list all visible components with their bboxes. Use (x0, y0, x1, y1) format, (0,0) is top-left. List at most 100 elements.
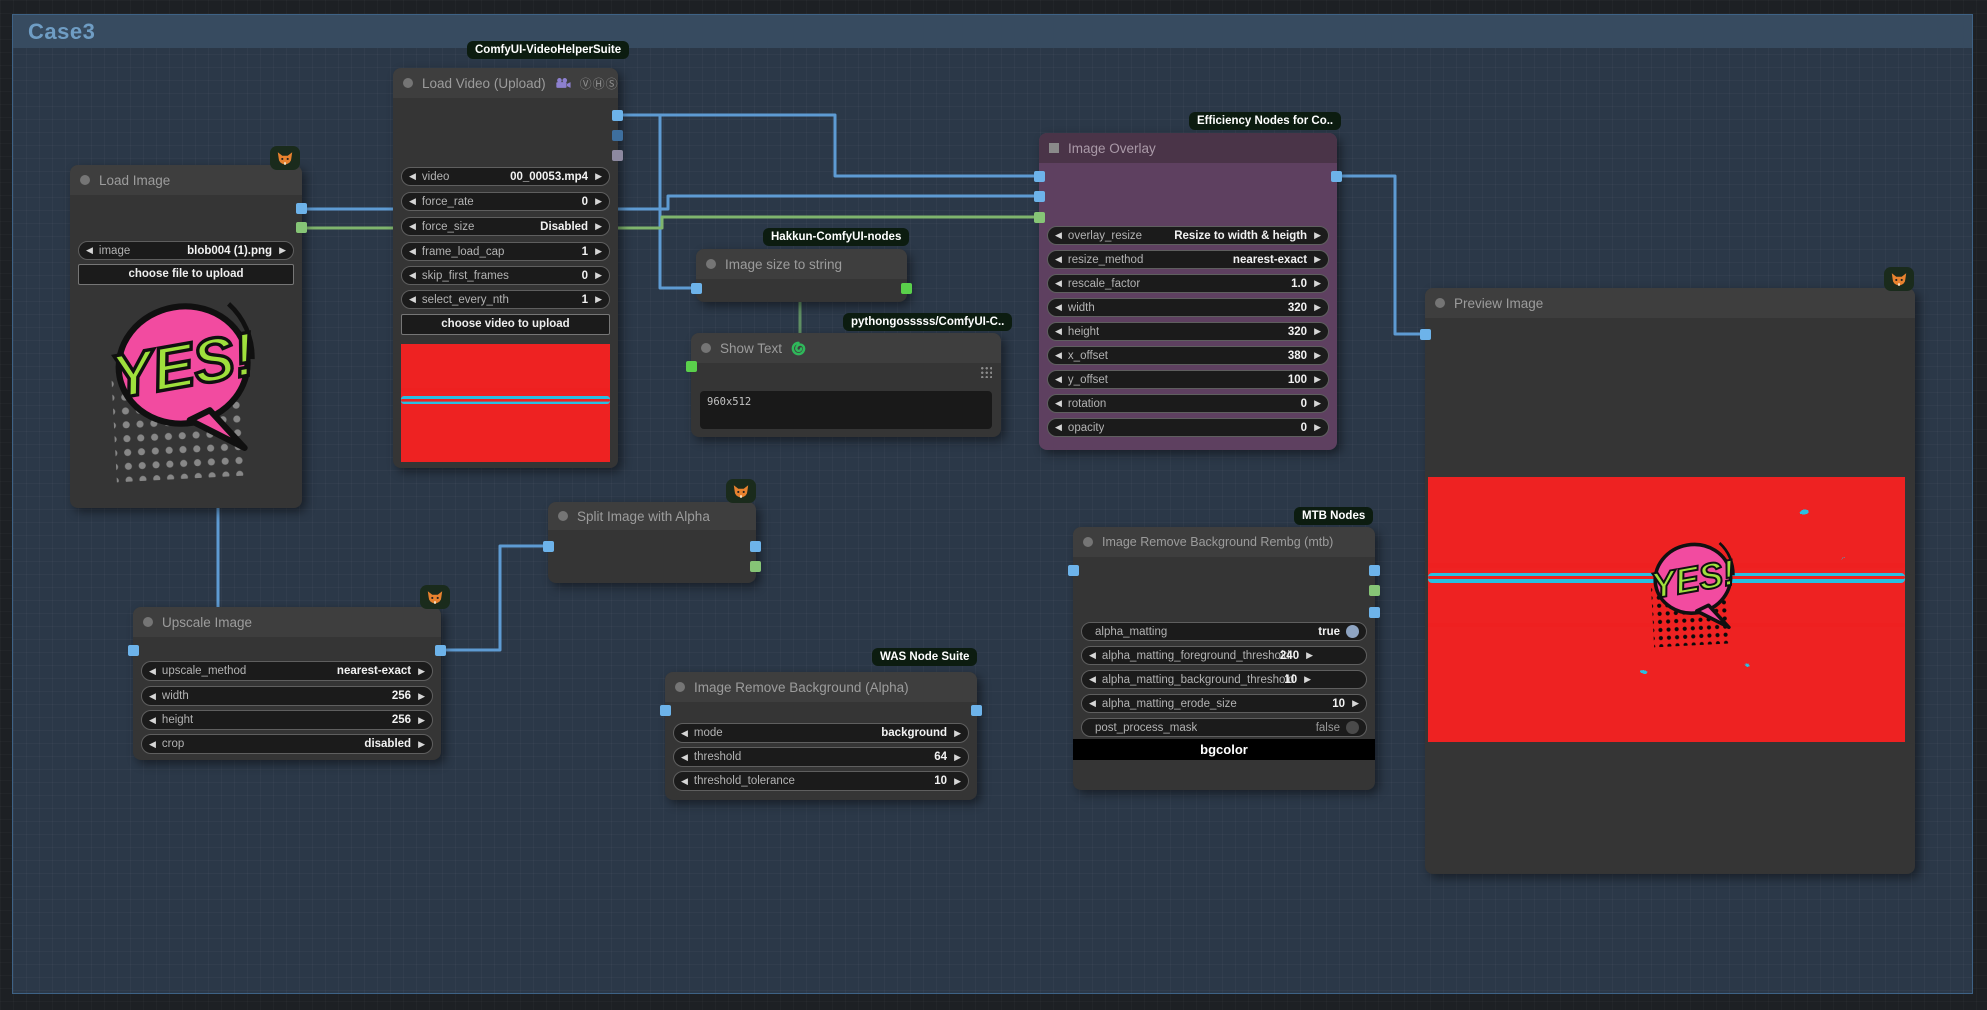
node-show-text[interactable]: Show Text 960x512 (691, 333, 1001, 437)
port-image-input[interactable] (1068, 565, 1079, 576)
node-load-video-header[interactable]: Load Video (Upload) ⓋⒽⓈ (393, 68, 618, 98)
increment-arrow-icon[interactable] (1352, 695, 1359, 712)
increment-arrow-icon[interactable] (1314, 395, 1321, 412)
decrement-arrow-icon[interactable] (86, 242, 93, 259)
collapse-dot-icon[interactable] (701, 343, 711, 353)
increment-arrow-icon[interactable] (1314, 299, 1321, 316)
increment-arrow-icon[interactable] (1314, 371, 1321, 388)
node-image-remove-background-alpha[interactable]: Image Remove Background (Alpha) mode bac… (665, 672, 977, 800)
port-image-output[interactable] (296, 203, 307, 214)
toggle-on-icon[interactable] (1346, 625, 1359, 638)
decrement-arrow-icon[interactable] (149, 712, 156, 729)
decrement-arrow-icon[interactable] (1055, 251, 1062, 268)
collapse-dot-icon[interactable] (1435, 298, 1445, 308)
collapse-dot-icon[interactable] (80, 175, 90, 185)
port-text-input[interactable] (686, 361, 697, 372)
node-upscale-image[interactable]: Upscale Image upscale_method nearest-exa… (133, 607, 441, 760)
increment-arrow-icon[interactable] (1304, 671, 1311, 688)
widget-height[interactable]: height 256 (141, 710, 433, 730)
port-image-input[interactable] (691, 283, 702, 294)
decrement-arrow-icon[interactable] (1055, 395, 1062, 412)
collapse-dot-icon[interactable] (675, 682, 685, 692)
choose-file-button[interactable]: choose file to upload (78, 264, 294, 285)
increment-arrow-icon[interactable] (418, 688, 425, 705)
port-image-output[interactable] (971, 705, 982, 716)
collapse-dot-icon[interactable] (403, 78, 413, 88)
port-audio-output[interactable] (612, 150, 623, 161)
decrement-arrow-icon[interactable] (409, 243, 416, 260)
choose-video-button[interactable]: choose video to upload (401, 314, 610, 335)
increment-arrow-icon[interactable] (1314, 275, 1321, 292)
toggle-off-icon[interactable] (1346, 721, 1359, 734)
increment-arrow-icon[interactable] (595, 168, 602, 185)
port-image-output[interactable] (750, 541, 761, 552)
widget-frame-load-cap[interactable]: frame_load_cap 1 (401, 242, 610, 261)
collapse-dot-icon[interactable] (706, 259, 716, 269)
node-split-header[interactable]: Split Image with Alpha (548, 502, 756, 530)
node-load-video[interactable]: Load Video (Upload) ⓋⒽⓈ video 00_00053.m… (393, 68, 618, 468)
node-load-image-header[interactable]: Load Image (70, 165, 302, 195)
increment-arrow-icon[interactable] (1314, 323, 1321, 340)
port-image-input[interactable] (128, 645, 139, 656)
node-was-header[interactable]: Image Remove Background (Alpha) (665, 672, 977, 702)
increment-arrow-icon[interactable] (279, 242, 286, 259)
decrement-arrow-icon[interactable] (149, 663, 156, 680)
increment-arrow-icon[interactable] (418, 736, 425, 753)
increment-arrow-icon[interactable] (1306, 647, 1313, 664)
node-upscale-header[interactable]: Upscale Image (133, 607, 441, 637)
widget-skip-first-frames[interactable]: skip_first_frames 0 (401, 266, 610, 285)
port-image-output[interactable] (1331, 171, 1342, 182)
decrement-arrow-icon[interactable] (409, 267, 416, 284)
widget-upscale-method[interactable]: upscale_method nearest-exact (141, 661, 433, 681)
increment-arrow-icon[interactable] (1314, 227, 1321, 244)
widget-alpha-matting-foreground-threshold[interactable]: alpha_matting_foreground_threshold 240 (1081, 646, 1367, 665)
widget-height[interactable]: height 320 (1047, 322, 1329, 341)
node-split-image-alpha[interactable]: Split Image with Alpha (548, 502, 756, 583)
decrement-arrow-icon[interactable] (1089, 695, 1096, 712)
port-image-output[interactable] (435, 645, 446, 656)
increment-arrow-icon[interactable] (595, 218, 602, 235)
decrement-arrow-icon[interactable] (1055, 299, 1062, 316)
node-image-overlay[interactable]: Image Overlay overlay_resize Resize to w… (1039, 133, 1337, 450)
decrement-arrow-icon[interactable] (1055, 227, 1062, 244)
collapse-dot-icon[interactable] (143, 617, 153, 627)
increment-arrow-icon[interactable] (595, 267, 602, 284)
widget-alpha-matting-background-threshold[interactable]: alpha_matting_background_threshold 10 (1081, 670, 1367, 689)
comfyui-canvas[interactable]: { "group": { "title": "Case3" }, "sticke… (0, 0, 1987, 1010)
port-image-output[interactable] (612, 110, 623, 121)
widget-width[interactable]: width 320 (1047, 298, 1329, 317)
decrement-arrow-icon[interactable] (1089, 647, 1096, 664)
node-preview-image[interactable]: Preview Image (1425, 288, 1915, 874)
widget-video[interactable]: video 00_00053.mp4 (401, 167, 610, 186)
widget-rotation[interactable]: rotation 0 (1047, 394, 1329, 413)
node-show-text-header[interactable]: Show Text (691, 333, 1001, 363)
widget-alpha-matting[interactable]: alpha_matting true (1081, 622, 1367, 641)
increment-arrow-icon[interactable] (1314, 251, 1321, 268)
collapse-dot-icon[interactable] (558, 511, 568, 521)
widget-mode[interactable]: mode background (673, 723, 969, 743)
decrement-arrow-icon[interactable] (409, 291, 416, 308)
widget-x-offset[interactable]: x_offset 380 (1047, 346, 1329, 365)
port-mask-output[interactable] (296, 222, 307, 233)
increment-arrow-icon[interactable] (1314, 419, 1321, 436)
increment-arrow-icon[interactable] (954, 725, 961, 742)
widget-opacity[interactable]: opacity 0 (1047, 418, 1329, 437)
port-mask-output[interactable] (1369, 585, 1380, 596)
port-optional-mask-input[interactable] (1034, 212, 1045, 223)
decrement-arrow-icon[interactable] (681, 773, 688, 790)
widget-alpha-matting-erode-size[interactable]: alpha_matting_erode_size 10 (1081, 694, 1367, 713)
increment-arrow-icon[interactable] (595, 243, 602, 260)
decrement-arrow-icon[interactable] (1055, 419, 1062, 436)
increment-arrow-icon[interactable] (1314, 347, 1321, 364)
node-image-size-header[interactable]: Image size to string (696, 249, 907, 279)
port-image-input[interactable] (660, 705, 671, 716)
port-image2-output[interactable] (1369, 607, 1380, 618)
port-image-input[interactable] (543, 541, 554, 552)
widget-select-every-nth[interactable]: select_every_nth 1 (401, 290, 610, 309)
collapse-dot-icon[interactable] (1083, 537, 1093, 547)
decrement-arrow-icon[interactable] (149, 688, 156, 705)
port-base-image-input[interactable] (1034, 171, 1045, 182)
port-mask-output[interactable] (750, 561, 761, 572)
widget-rescale-factor[interactable]: rescale_factor 1.0 (1047, 274, 1329, 293)
widget-overlay-resize[interactable]: overlay_resize Resize to width & heigth (1047, 226, 1329, 245)
